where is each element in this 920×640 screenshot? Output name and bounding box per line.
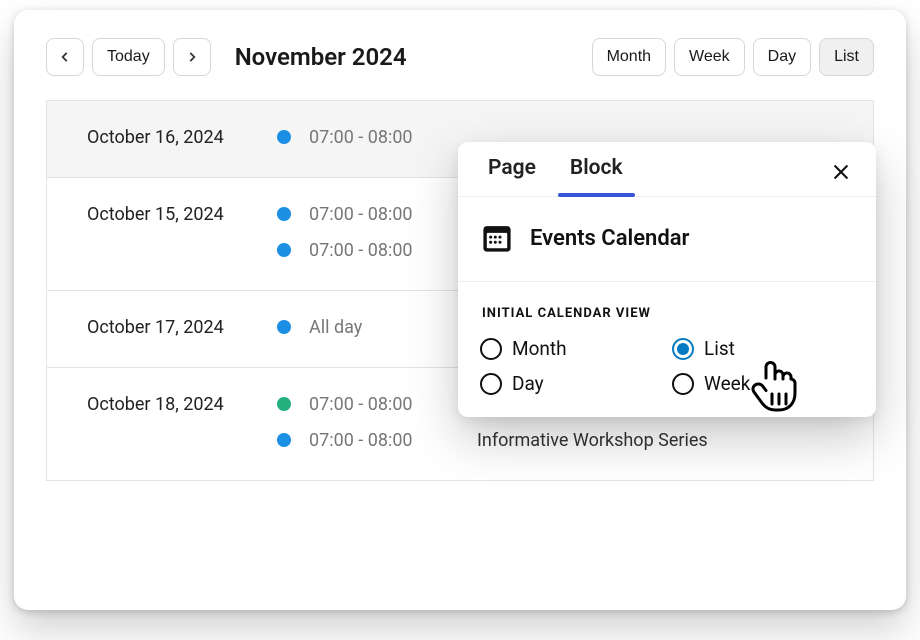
event-dot-icon bbox=[277, 243, 291, 257]
event-dot-icon bbox=[277, 207, 291, 221]
event-title: Informative Workshop Series bbox=[477, 430, 708, 451]
close-icon bbox=[831, 162, 851, 182]
calendar-toolbar: Today November 2024 Month Week Day List bbox=[46, 38, 874, 76]
event-date: October 18, 2024 bbox=[87, 394, 259, 415]
panel-header: Events Calendar bbox=[458, 197, 876, 282]
radio-list[interactable]: List bbox=[672, 337, 854, 360]
event-date: October 16, 2024 bbox=[87, 127, 259, 148]
calendar-icon bbox=[480, 221, 514, 255]
tab-block[interactable]: Block bbox=[562, 156, 631, 196]
cursor-hand-icon bbox=[750, 358, 800, 418]
event-dot-icon bbox=[277, 433, 291, 447]
chevron-left-icon bbox=[58, 50, 72, 64]
event-time: 07:00 - 08:00 bbox=[309, 127, 459, 148]
view-day-button[interactable]: Day bbox=[753, 38, 811, 76]
radio-label: List bbox=[704, 337, 735, 360]
radio-icon bbox=[672, 338, 694, 360]
event-time: 07:00 - 08:00 bbox=[309, 394, 459, 415]
event-time: 07:00 - 08:00 bbox=[309, 204, 459, 225]
radio-label: Day bbox=[512, 372, 544, 395]
radio-day[interactable]: Day bbox=[480, 372, 662, 395]
view-month-button[interactable]: Month bbox=[592, 38, 666, 76]
event-time: 07:00 - 08:00 bbox=[309, 240, 459, 261]
initial-view-section: Initial Calendar View Month List Day Wee… bbox=[458, 282, 876, 417]
nav-group: Today bbox=[46, 38, 211, 76]
settings-panel: Page Block Events Calendar Initial Calen… bbox=[458, 142, 876, 417]
panel-tabs: Page Block bbox=[458, 142, 876, 197]
radio-icon bbox=[480, 373, 502, 395]
close-button[interactable] bbox=[824, 155, 858, 189]
block-title: Events Calendar bbox=[530, 226, 689, 251]
today-button[interactable]: Today bbox=[92, 38, 165, 76]
view-week-button[interactable]: Week bbox=[674, 38, 745, 76]
event-dot-icon bbox=[277, 130, 291, 144]
tab-page[interactable]: Page bbox=[480, 156, 544, 196]
event-row[interactable]: 07:00 - 08:00 Informative Workshop Series bbox=[87, 422, 845, 458]
calendar-title: November 2024 bbox=[235, 43, 407, 71]
view-switcher: Month Week Day List bbox=[592, 38, 874, 76]
next-button[interactable] bbox=[173, 38, 211, 76]
section-label: Initial Calendar View bbox=[482, 306, 854, 321]
radio-icon bbox=[480, 338, 502, 360]
event-dot-icon bbox=[277, 397, 291, 411]
radio-label: Month bbox=[512, 337, 567, 360]
event-dot-icon bbox=[277, 320, 291, 334]
radio-month[interactable]: Month bbox=[480, 337, 662, 360]
event-date: October 17, 2024 bbox=[87, 317, 259, 338]
prev-button[interactable] bbox=[46, 38, 84, 76]
view-list-button[interactable]: List bbox=[819, 38, 874, 76]
chevron-right-icon bbox=[185, 50, 199, 64]
event-date: October 15, 2024 bbox=[87, 204, 259, 225]
radio-label: Week bbox=[704, 372, 750, 395]
radio-icon bbox=[672, 373, 694, 395]
event-time: 07:00 - 08:00 bbox=[309, 430, 459, 451]
event-time: All day bbox=[309, 317, 459, 338]
